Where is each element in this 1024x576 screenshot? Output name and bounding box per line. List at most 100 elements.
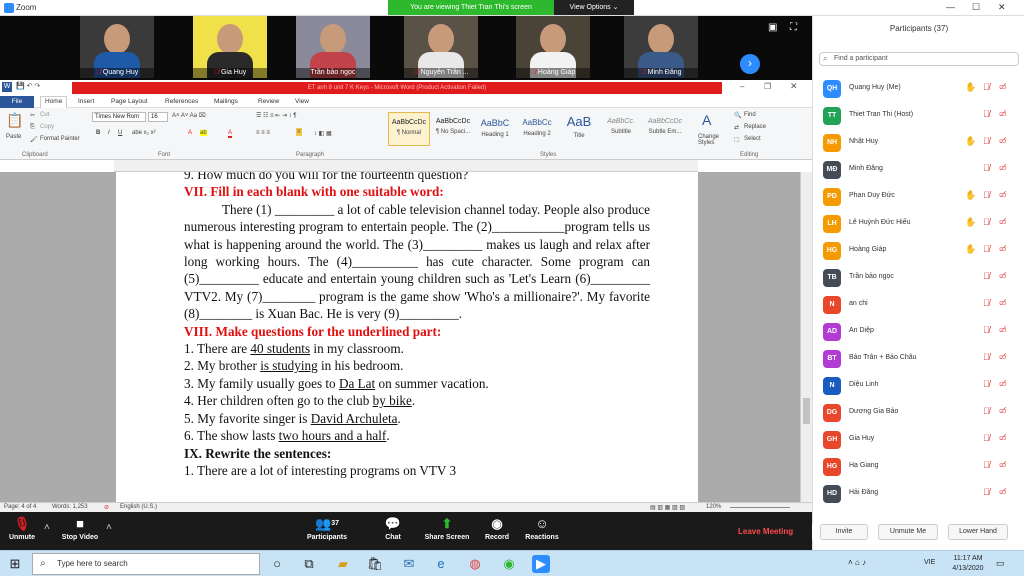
participant-row[interactable]: BT Bảo Trân + Bảo Châu 🎙̸ ▭̸ (813, 346, 1023, 373)
document-text[interactable]: 9. How much do you will for the fourteen… (184, 172, 650, 479)
video-tile[interactable]: 🎙̸ Nguyễn Trần ... (404, 16, 478, 78)
format-painter-button[interactable]: Format Painter (40, 136, 80, 142)
tab-insert[interactable]: Insert (78, 98, 94, 105)
chrome-icon[interactable]: ◍ (466, 555, 484, 573)
close-icon[interactable]: ✕ (998, 2, 1006, 13)
participant-row[interactable]: HG Hoàng Giáp ✋ 🎙̸ ▭̸ (813, 238, 1023, 265)
format-painter-icon[interactable]: 🖌 (30, 136, 38, 143)
share-screen-button[interactable]: ⬆ Share Screen (420, 512, 474, 550)
select-icon[interactable]: ⬚ (734, 136, 740, 143)
style-no-spacing[interactable]: AaBbCcDc ¶ No Spaci... (432, 112, 474, 146)
stop-video-button[interactable]: ■ Stop Video (58, 512, 102, 550)
store-icon[interactable]: 🛍 (366, 555, 384, 573)
style-heading2[interactable]: AaBbCc Heading 2 (516, 112, 558, 146)
scroll-thumb[interactable] (803, 398, 810, 424)
grow-shrink-font-icon[interactable]: A˄ A˅ Aa ⌧ (172, 112, 206, 119)
participant-row[interactable]: AD An Diệp 🎙̸ ▭̸ (813, 319, 1023, 346)
document-page[interactable]: 9. How much do you will for the fourteen… (116, 172, 698, 502)
tab-mailings[interactable]: Mailings (214, 98, 238, 105)
taskbar-clock[interactable]: 11:17 AM 4/13/2020 (948, 554, 988, 574)
font-name-select[interactable]: Times New Rom (92, 112, 146, 122)
style-heading1[interactable]: AaBbC Heading 1 (474, 112, 516, 146)
lower-hand-button[interactable]: Lower Hand (948, 524, 1008, 540)
word-count[interactable]: Words: 1,253 (52, 504, 88, 510)
zoom-level[interactable]: 120% (706, 504, 721, 510)
video-tile[interactable]: 🎙̸ Hoàng Giáp (516, 16, 590, 78)
video-tile[interactable]: 🎙̸ Gia Huy (193, 16, 267, 78)
italic-button[interactable]: I (108, 130, 110, 136)
edge-icon[interactable]: e (432, 555, 450, 573)
participant-row[interactable]: TT Thiet Tran Thi (Host) 🎙̸ ▭̸ (813, 103, 1023, 130)
unmute-me-button[interactable]: Unmute Me (878, 524, 938, 540)
select-button[interactable]: Select (744, 136, 761, 142)
participant-row[interactable]: HG Hạ Giang 🎙̸ ▭̸ (813, 454, 1023, 481)
copy-icon[interactable]: ⎘ (30, 124, 35, 131)
change-styles-button[interactable]: Change Styles (698, 134, 728, 146)
tab-review[interactable]: Review (258, 98, 279, 105)
participant-row[interactable]: MĐ Minh Đăng 🎙̸ ▭̸ (813, 157, 1023, 184)
chat-button[interactable]: 💬 Chat (378, 512, 408, 550)
spacing-shading-icon[interactable]: ↕ ◧ ▦ (314, 130, 332, 137)
font-color-icon[interactable]: A (188, 130, 192, 136)
minimize-icon[interactable]: — (946, 2, 955, 12)
style-subtle-emphasis[interactable]: AaBbCcDc Subtle Em... (644, 112, 686, 146)
taskbar-search-input[interactable]: ⌕ Type here to search (32, 553, 260, 575)
tab-references[interactable]: References (165, 98, 198, 105)
video-tile[interactable]: 🎙̸ Quang Huy (80, 16, 154, 78)
invite-button[interactable]: Invite (820, 524, 868, 540)
view-mode-icons[interactable]: ▤ ▥ ▦ ▧ ▨ (650, 504, 685, 511)
vertical-scrollbar[interactable] (800, 172, 812, 502)
word-restore-icon[interactable]: ❐ (764, 82, 771, 91)
view-options-button[interactable]: View Options ⌄ (554, 0, 634, 15)
list-icons[interactable]: ☰ ☷ ≡ ⇤ ⇥ ↕ ¶ (256, 112, 297, 119)
input-language[interactable]: VIE (924, 559, 935, 566)
participant-row[interactable]: GH Gia Huy 🎙̸ ▭̸ (813, 427, 1023, 454)
quick-access-icon[interactable]: 💾 ↶ ↷ (16, 82, 40, 90)
tab-view[interactable]: View (295, 98, 309, 105)
reactions-button[interactable]: ☺ Reactions (522, 512, 562, 550)
strike-sub-sup-icon[interactable]: abe x₂ x² (132, 130, 156, 136)
word-minimize-icon[interactable]: – (740, 82, 744, 91)
copy-button[interactable]: Copy (40, 124, 54, 130)
font-size-select[interactable]: 16 (148, 112, 168, 122)
find-icon[interactable]: 🔍 (734, 112, 741, 119)
tray-icons[interactable]: ˄ ⌂ ♪ (848, 558, 866, 567)
replace-icon[interactable]: ⇄ (734, 124, 739, 131)
paste-icon[interactable]: 📋 (6, 112, 23, 129)
zoom-taskbar-icon[interactable]: ▶ (532, 555, 550, 573)
word-close-icon[interactable]: ✕ (790, 81, 798, 92)
windows-start-icon[interactable]: ⊞ (6, 555, 24, 573)
cut-button[interactable]: Cut (40, 112, 49, 118)
find-button[interactable]: Find (744, 112, 756, 118)
video-options-chevron-icon[interactable]: ˄ (106, 522, 112, 533)
horizontal-ruler[interactable] (114, 160, 698, 172)
video-tile[interactable]: Trần bảo ngọc (296, 16, 370, 78)
highlight-icon[interactable]: ab (200, 130, 207, 136)
participant-row[interactable]: Nan chi 🎙̸ ▭̸ (813, 292, 1023, 319)
participant-row[interactable]: QH Quang Huy (Me) ✋ 🎙̸ ▭̸ (813, 76, 1023, 103)
text-color-icon[interactable]: A (228, 130, 233, 138)
find-participant-input[interactable]: ⌕ Find a participant (819, 52, 1019, 66)
style-title[interactable]: AaB Title (558, 112, 600, 146)
participants-button[interactable]: 👥37 Participants (302, 512, 352, 550)
participant-row[interactable]: DG Dương Gia Bảo 🎙̸ ▭̸ (813, 400, 1023, 427)
paste-button[interactable]: Paste (6, 134, 21, 140)
change-styles-icon[interactable]: A (702, 112, 711, 128)
next-page-arrow-icon[interactable]: › (740, 54, 760, 74)
style-normal[interactable]: AaBbCcDc ¶ Normal (388, 112, 430, 146)
style-subtitle[interactable]: AaBbCc. Subtitle (600, 112, 642, 146)
zoom-slider[interactable] (730, 507, 790, 508)
file-explorer-icon[interactable]: ▰ (334, 555, 352, 573)
tab-page-layout[interactable]: Page Layout (111, 98, 148, 105)
fullscreen-icon[interactable]: ⛶ (790, 22, 797, 33)
gallery-view-icon[interactable]: ▣ (768, 22, 777, 33)
participant-row[interactable]: LH Lê Huỳnh Đức Hiếu ✋ 🎙̸ ▭̸ (813, 211, 1023, 238)
tab-file[interactable]: File (0, 96, 34, 108)
app-icon[interactable]: ◉ (500, 555, 518, 573)
task-view-icon[interactable]: ⧉ (300, 555, 318, 573)
notification-icon[interactable]: ▭ (996, 558, 1005, 569)
bold-button[interactable]: B (96, 130, 100, 136)
tab-home[interactable]: Home (40, 96, 68, 108)
align-icons[interactable]: ≡ ≡ ≡ (256, 130, 270, 136)
unmute-button[interactable]: 🎙 Unmute (4, 512, 40, 550)
